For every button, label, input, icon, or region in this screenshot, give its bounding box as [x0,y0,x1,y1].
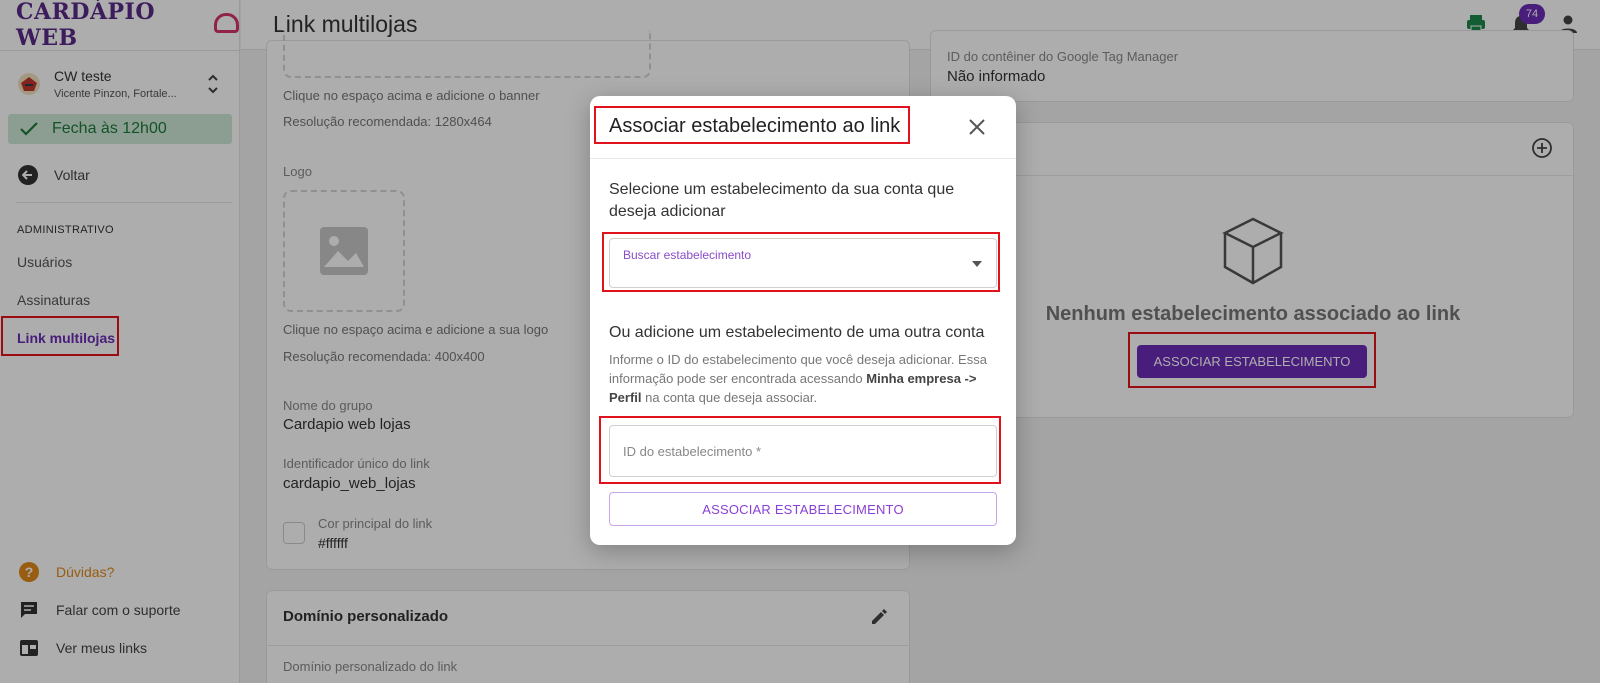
desc-text-end: na conta que deseja associar. [641,390,818,405]
modal-subtitle: Selecione um estabelecimento da sua cont… [609,181,955,220]
highlight-box [594,106,910,144]
other-account-title: Ou adicione um estabelecimento de uma ou… [609,324,985,341]
highlight-box [602,232,1000,292]
other-account-description: Informe o ID do estabelecimento que você… [609,350,999,407]
divider [590,158,1016,159]
modal-associate-button[interactable]: ASSOCIAR ESTABELECIMENTO [609,492,997,526]
associate-store-modal: Associar estabelecimento ao link Selecio… [590,96,1016,545]
highlight-box [599,416,1001,484]
close-icon[interactable] [968,118,986,136]
